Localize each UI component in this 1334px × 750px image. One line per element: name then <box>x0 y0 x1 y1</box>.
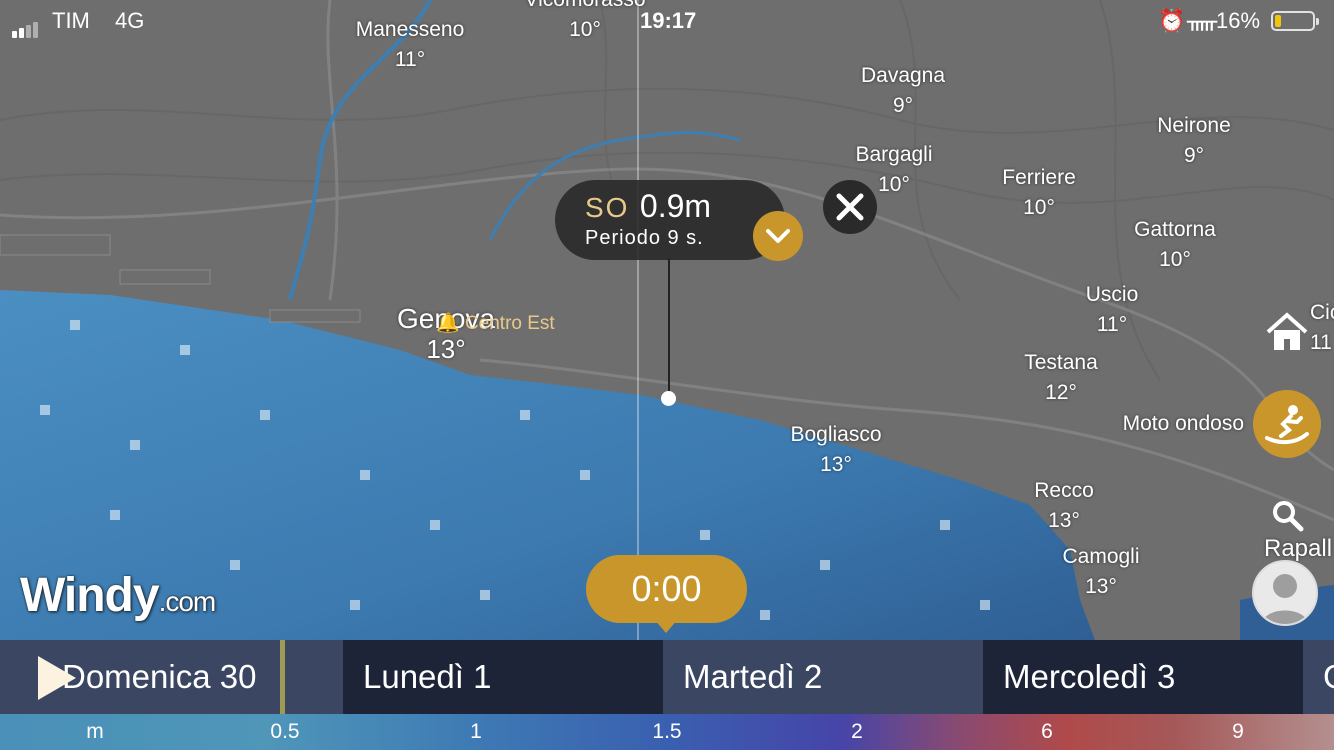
color-scale: m 0.5 1 1.5 2 6 9 <box>0 714 1334 750</box>
city-label[interactable]: Recco 13° <box>1034 476 1094 536</box>
city-name: Recco <box>1034 479 1094 502</box>
layer-label[interactable]: Moto ondoso <box>1123 412 1244 436</box>
city-name: Davagna <box>860 64 946 87</box>
city-label[interactable]: Camogli 13° <box>1062 542 1139 602</box>
poi-marker[interactable]: 🔔 Centro Est <box>436 311 555 335</box>
wave-info-popup[interactable]: SO 0.9m Periodo 9 s. <box>555 180 785 260</box>
chevron-down-icon <box>766 229 790 243</box>
windy-logo: Windy.com <box>20 568 217 623</box>
scale-label: 6 <box>1041 720 1053 743</box>
city-temp: 11° <box>1096 313 1128 336</box>
popup-pointer-line <box>668 258 670 398</box>
timeline-day[interactable]: Mercoledì 3 <box>983 640 1303 714</box>
city-name: Ferriere <box>1002 166 1076 189</box>
timeline-day[interactable]: Lunedì 1 <box>343 640 663 714</box>
clock: 19:17 <box>640 8 697 33</box>
city-name: Rapall <box>1264 535 1333 562</box>
user-avatar[interactable] <box>1252 560 1318 626</box>
timeline-now-marker <box>280 640 285 714</box>
city-label[interactable]: Testana 12° <box>1024 348 1098 408</box>
scale-label: 0.5 <box>270 720 300 743</box>
map[interactable] <box>0 0 1334 750</box>
city-temp: 13° <box>1048 509 1080 532</box>
scale-label: 9 <box>1232 720 1244 743</box>
timeline-day[interactable]: Martedì 2 <box>663 640 983 714</box>
city-temp: 10° <box>1159 248 1191 271</box>
city-name: Bargagli <box>855 143 933 166</box>
city-name: Cicag <box>1310 301 1334 324</box>
city-name: Uscio <box>1085 283 1139 306</box>
city-temp: 9° <box>1183 144 1205 167</box>
city-name: Neirone <box>1157 114 1231 137</box>
city-label[interactable]: Uscio 11° <box>1086 280 1139 340</box>
user-icon <box>1262 574 1308 624</box>
close-popup-button[interactable] <box>823 180 877 234</box>
city-label[interactable]: Gattorna 10° <box>1134 215 1216 275</box>
scale-label: 1.5 <box>652 720 682 743</box>
location-pin-dot[interactable] <box>661 391 676 406</box>
timeline[interactable]: Domenica 30 Lunedì 1 Martedì 2 Mercoledì… <box>0 640 1334 714</box>
city-name: Testana <box>1024 351 1098 374</box>
poi-label: Centro Est <box>464 313 555 334</box>
network-type: 4G <box>115 8 145 33</box>
search-button[interactable] <box>1270 498 1306 534</box>
city-label[interactable]: Cicag 11 <box>1310 298 1334 358</box>
wave-height: 0.9m <box>639 188 712 224</box>
city-label[interactable]: Davagna 9° <box>861 61 945 121</box>
timeline-cursor-line <box>637 0 639 640</box>
city-temp: 13° <box>426 334 466 364</box>
play-button[interactable] <box>38 656 76 700</box>
time-bubble[interactable]: 0:00 <box>586 555 747 633</box>
city-temp: 10° <box>1023 196 1055 219</box>
logo-main: Windy <box>20 569 160 622</box>
city-name: Gattorna <box>1134 218 1216 241</box>
signal-icon <box>12 12 40 38</box>
surfer-icon <box>1265 405 1309 445</box>
logo-suffix: .com <box>158 586 217 617</box>
city-temp: 13° <box>820 453 852 476</box>
city-temp: 11 <box>1310 331 1332 354</box>
city-temp: 12° <box>1045 381 1077 404</box>
layer-button[interactable] <box>1253 390 1321 458</box>
scale-unit: m <box>86 720 104 743</box>
city-name: Bogliasco <box>790 423 882 446</box>
carrier-name: TIM <box>52 8 90 33</box>
bluetooth-icon: ᚅ <box>1187 8 1218 33</box>
status-bar: TIM 4G 19:17 ⏰ ᚅ 16% <box>0 0 1334 40</box>
close-icon <box>836 193 864 221</box>
city-label[interactable]: Bogliasco 13° <box>790 420 881 480</box>
battery-percent: 16% <box>1216 8 1261 33</box>
city-temp: 11° <box>394 48 426 71</box>
city-label[interactable]: Neirone 9° <box>1157 111 1231 171</box>
search-icon <box>1273 501 1304 532</box>
home-icon <box>1266 312 1308 350</box>
city-temp: 9° <box>892 94 914 117</box>
timeline-day[interactable]: G <box>1303 640 1334 714</box>
scale-label: 2 <box>851 720 863 743</box>
home-button[interactable] <box>1264 310 1310 354</box>
wave-direction: SO <box>585 192 630 223</box>
city-temp: 13° <box>1085 575 1117 598</box>
battery-icon <box>1271 11 1319 31</box>
expand-forecast-button[interactable] <box>753 211 803 261</box>
city-name: Camogli <box>1062 545 1140 568</box>
scale-label: 1 <box>470 720 482 743</box>
alarm-icon: ⏰ <box>1158 8 1186 33</box>
city-label[interactable]: Ferriere 10° <box>1002 163 1076 223</box>
bell-icon: 🔔 <box>436 313 460 334</box>
